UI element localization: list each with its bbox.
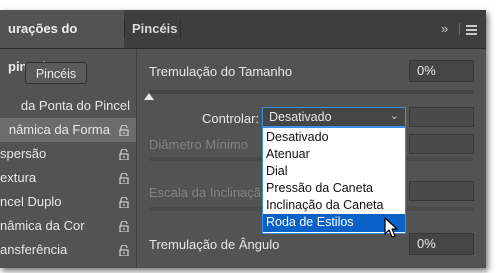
tilt-scale-value-field[interactable]	[409, 181, 474, 201]
size-jitter-slider-track[interactable]	[149, 90, 474, 94]
dropdown-option-atenuar[interactable]: Atenuar	[263, 146, 405, 163]
sidebar-item-texture[interactable]: extura	[0, 166, 136, 190]
brush-settings-sidebar: Pincéis da Ponta do Pincel nâmica da For…	[0, 49, 136, 268]
sidebar-item-label: extura	[0, 170, 37, 185]
sidebar-item-label: ansferência	[0, 242, 68, 257]
sidebar-item-label: nâmica da Forma	[8, 122, 110, 137]
control-select-value: Desativado	[269, 110, 332, 124]
control-label: Controlar:	[202, 111, 260, 126]
panel-divider	[136, 49, 137, 268]
chevron-down-icon: ⌄	[389, 110, 399, 122]
hamburger-menu-icon[interactable]	[466, 23, 477, 35]
sidebar-item-label: spersão	[0, 146, 47, 161]
sidebar-item-label: da Ponta do Pincel	[20, 98, 130, 113]
size-jitter-slider-thumb[interactable]	[144, 93, 154, 100]
brush-settings-panel: urações do pincel Pincéis » Pincéis da P…	[0, 10, 486, 268]
dropdown-option-desativado[interactable]: Desativado	[263, 129, 405, 146]
tab-brushes[interactable]: Pincéis	[124, 10, 186, 48]
tab-brush-settings[interactable]: urações do pincel	[0, 10, 124, 74]
sidebar-item-scattering[interactable]: spersão	[0, 142, 136, 166]
minimum-diameter-value-field[interactable]	[409, 134, 474, 154]
angle-jitter-value-field[interactable]: 0%	[409, 233, 474, 255]
size-jitter-label: Tremulação do Tamanho	[149, 64, 293, 79]
sidebar-item-transfer[interactable]: ansferência	[0, 238, 136, 262]
minimum-diameter-label: Diâmetro Mínimo	[149, 137, 248, 152]
sidebar-item-brush-tip-shape[interactable]: da Ponta do Pincel	[0, 94, 136, 118]
sidebar-item-dual-brush[interactable]: ncel Duplo	[0, 190, 136, 214]
mouse-pointer-icon	[384, 217, 398, 238]
sidebar-item-shape-dynamics[interactable]: nâmica da Forma	[0, 118, 136, 142]
tilt-scale-label: Escala da Inclinação	[149, 185, 269, 200]
tab-separator	[180, 20, 181, 38]
angle-jitter-label: Tremulação de Ângulo	[149, 237, 280, 252]
dropdown-option-pen-tilt[interactable]: Inclinação da Caneta	[263, 197, 405, 214]
control-side-field	[409, 107, 474, 127]
panel-tab-bar: urações do pincel Pincéis »	[0, 10, 486, 74]
sidebar-item-color-dynamics[interactable]: nâmica da Cor	[0, 214, 136, 238]
sidebar-item-label: nâmica da Cor	[0, 218, 85, 233]
size-jitter-value-field[interactable]: 0%	[409, 60, 474, 82]
collapse-panel-icon[interactable]: »	[441, 10, 448, 48]
sidebar-item-label: ncel Duplo	[0, 194, 62, 209]
dropdown-option-pen-pressure[interactable]: Pressão da Caneta	[263, 180, 405, 197]
unlock-icon[interactable]	[119, 125, 129, 136]
unlock-icon[interactable]	[119, 245, 129, 256]
unlock-icon[interactable]	[119, 149, 129, 160]
toolbar-separator	[459, 23, 460, 35]
control-select[interactable]: Desativado ⌄	[262, 107, 406, 127]
dropdown-option-dial[interactable]: Dial	[263, 163, 405, 180]
brushes-button[interactable]: Pincéis	[25, 62, 87, 84]
unlock-icon[interactable]	[119, 197, 129, 208]
unlock-icon[interactable]	[119, 221, 129, 232]
unlock-icon[interactable]	[119, 173, 129, 184]
